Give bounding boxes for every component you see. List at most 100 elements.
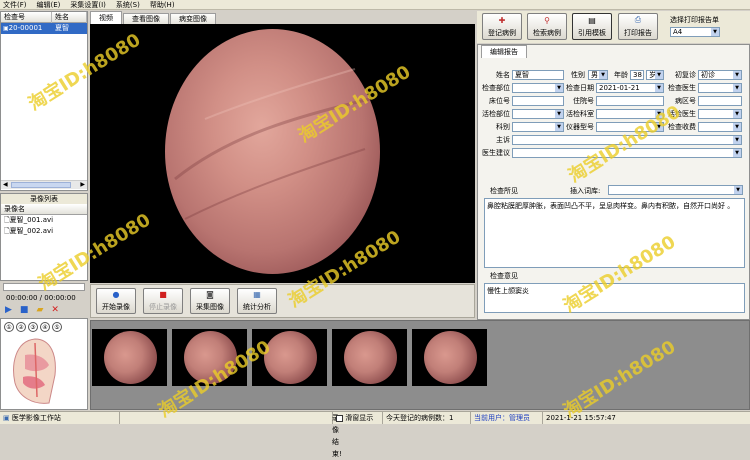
menu-capture-settings[interactable]: 采集设置(I) [70,0,106,9]
age-unit-select[interactable]: 岁 ▼ [646,70,664,80]
sex-label: 性别 [571,71,585,79]
tab-edit-report[interactable]: 编辑报告 [481,45,527,58]
age-field[interactable]: 38 [630,70,644,80]
list-item[interactable]: 🗋 夏智_001.avi [1,215,87,226]
view-selector-3-icon[interactable]: ③ [28,322,38,332]
report-tabs: 编辑报告 [478,45,749,58]
thumbnail-image[interactable] [92,329,167,386]
video-area: 视频 查看图像 病变图像 [90,11,475,283]
view-selector-4-icon[interactable]: ④ [40,322,50,332]
advice-label: 医生建议 [482,149,510,157]
table-row[interactable]: ▣20-00001 夏智 [1,23,87,34]
search-case-button[interactable]: ⚲ 检索病例 [527,13,567,40]
chevron-down-icon: ▼ [733,71,741,79]
thumbnail-image[interactable] [332,329,407,386]
stop-icon[interactable]: ■ [20,305,29,315]
statistics-button[interactable]: ▦ 统计分析 [237,288,277,314]
delete-icon[interactable]: ✕ [51,305,59,315]
patient-name: 夏智 [55,24,69,32]
print-report-button[interactable]: ⎙ 打印报告 [618,13,658,40]
device-label: 仪器型号 [566,123,594,131]
col-name[interactable]: 姓名 [52,12,87,23]
bed-field[interactable] [512,96,564,106]
chevron-down-icon: ▼ [733,84,741,92]
dept-label: 科别 [496,123,510,131]
bed-label: 床位号 [489,97,510,105]
menu-edit[interactable]: 编辑(E) [37,0,61,9]
visit-label: 初复诊 [675,71,696,79]
insert-wordbank-label: 插入词库: [570,187,601,195]
list-item[interactable]: 🗋 夏智_002.avi [1,226,87,237]
template-icon: ▤ [588,15,596,25]
name-field[interactable]: 夏智 [512,70,564,80]
register-case-button[interactable]: ✚ 登记病例 [482,13,522,40]
start-record-button[interactable]: ● 开始录像 [96,288,136,314]
horizontal-scrollbar[interactable]: ◀ ▶ [1,180,87,189]
search-icon: ⚲ [544,15,550,25]
fee-select[interactable]: ▼ [698,122,742,132]
menu-system[interactable]: 系统(S) [116,0,140,9]
biopsy-part-select[interactable]: ▼ [512,109,564,119]
visit-select[interactable]: 初诊 ▼ [698,70,742,80]
slide-display-toggle[interactable]: 滑窗显示 [333,412,383,424]
printer-icon: ⎙ [634,15,642,24]
menu-help[interactable]: 帮助(H) [150,0,175,9]
view-selector-2-icon[interactable]: ② [16,322,26,332]
biopsy-room-label: 活检科室 [566,110,594,118]
head-anatomy-icon [13,338,56,404]
status-record-state: 录像结束! [120,412,342,458]
main-toolbar: ✚ 登记病例 ⚲ 检索病例 ▤ 引用模板 ⎙ 打印报告 选择打印报告单 A4 ▼ [477,11,750,43]
hospno-field[interactable] [596,96,664,106]
chevron-down-icon: ▼ [711,28,719,36]
register-icon: ✚ [498,15,506,25]
view-selector-1-icon[interactable]: ① [4,322,14,332]
exam-part-label: 检查部位 [482,84,510,92]
play-icon[interactable]: ▶ [5,305,12,315]
use-template-button[interactable]: ▤ 引用模板 [572,13,612,40]
menu-bar: 文件(F) 编辑(E) 采集设置(I) 系统(S) 帮助(H) [0,0,750,10]
biopsy-doctor-select[interactable]: ▼ [698,109,742,119]
chevron-down-icon: ▼ [655,71,663,79]
scroll-right-icon[interactable]: ▶ [80,181,85,188]
print-select-label: 选择打印报告单 [670,16,719,24]
ward-field[interactable] [698,96,742,106]
biopsy-part-label: 活检部位 [482,110,510,118]
video-button-bar: ● 开始录像 ■ 停止录像 ◙ 采集图像 ▦ 统计分析 [90,284,475,318]
patient-list-header: 检查号 姓名 [1,12,87,23]
col-exam-no[interactable]: 检查号 [1,12,52,23]
playback-time: 00:00:00 / 00:00:00 [6,294,76,302]
tab-lesion-images[interactable]: 病变图像 [170,13,216,24]
scroll-left-icon[interactable]: ◀ [3,181,8,188]
complaint-label: 主诉 [496,136,510,144]
tab-video[interactable]: 视频 [90,11,122,24]
checkbox-icon[interactable] [336,414,343,422]
view-selector-5-icon[interactable]: ⑤ [52,322,62,332]
menu-file[interactable]: 文件(F) [3,0,27,9]
exam-date-field[interactable]: 2021-01-21 ▼ [596,83,664,93]
findings-textarea[interactable]: 鼻腔粘膜肥厚肿胀，表面凹凸不平，呈息肉样变。鼻内有积脓，自然开口尚好 。 [484,198,745,268]
hospno-label: 住院号 [573,97,594,105]
sex-select[interactable]: 男 ▼ [588,70,608,80]
dept-select[interactable]: ▼ [512,122,564,132]
exam-part-select[interactable]: ▼ [512,83,564,93]
print-template-select[interactable]: A4 ▼ [670,27,720,37]
chart-icon: ▦ [253,290,261,299]
chevron-down-icon: ▼ [733,110,741,118]
anatomy-view-selectors: ① ② ③ ④ ⑤ [1,319,87,332]
exam-date-label: 检查日期 [566,84,594,92]
tab-view-images[interactable]: 查看图像 [123,13,169,24]
exam-doctor-select[interactable]: ▼ [698,83,742,93]
open-folder-icon[interactable]: ▰ [36,305,43,315]
scroll-thumb[interactable] [11,182,71,188]
capture-image-button[interactable]: ◙ 采集图像 [190,288,230,314]
age-label: 年龄 [614,71,628,79]
status-user: 当前用户：管理员 [471,412,543,424]
stop-record-button[interactable]: ■ 停止录像 [143,288,183,314]
video-tabs: 视频 查看图像 病变图像 [90,11,475,24]
thumbnail-image[interactable] [412,329,487,386]
chevron-down-icon: ▼ [655,84,663,92]
chevron-down-icon: ▼ [555,110,563,118]
recording-list-header: 录像名 [1,204,87,215]
status-today-count: 今天登记的病例数：1 [383,412,471,424]
wordbank-select[interactable]: ▼ [608,185,743,195]
